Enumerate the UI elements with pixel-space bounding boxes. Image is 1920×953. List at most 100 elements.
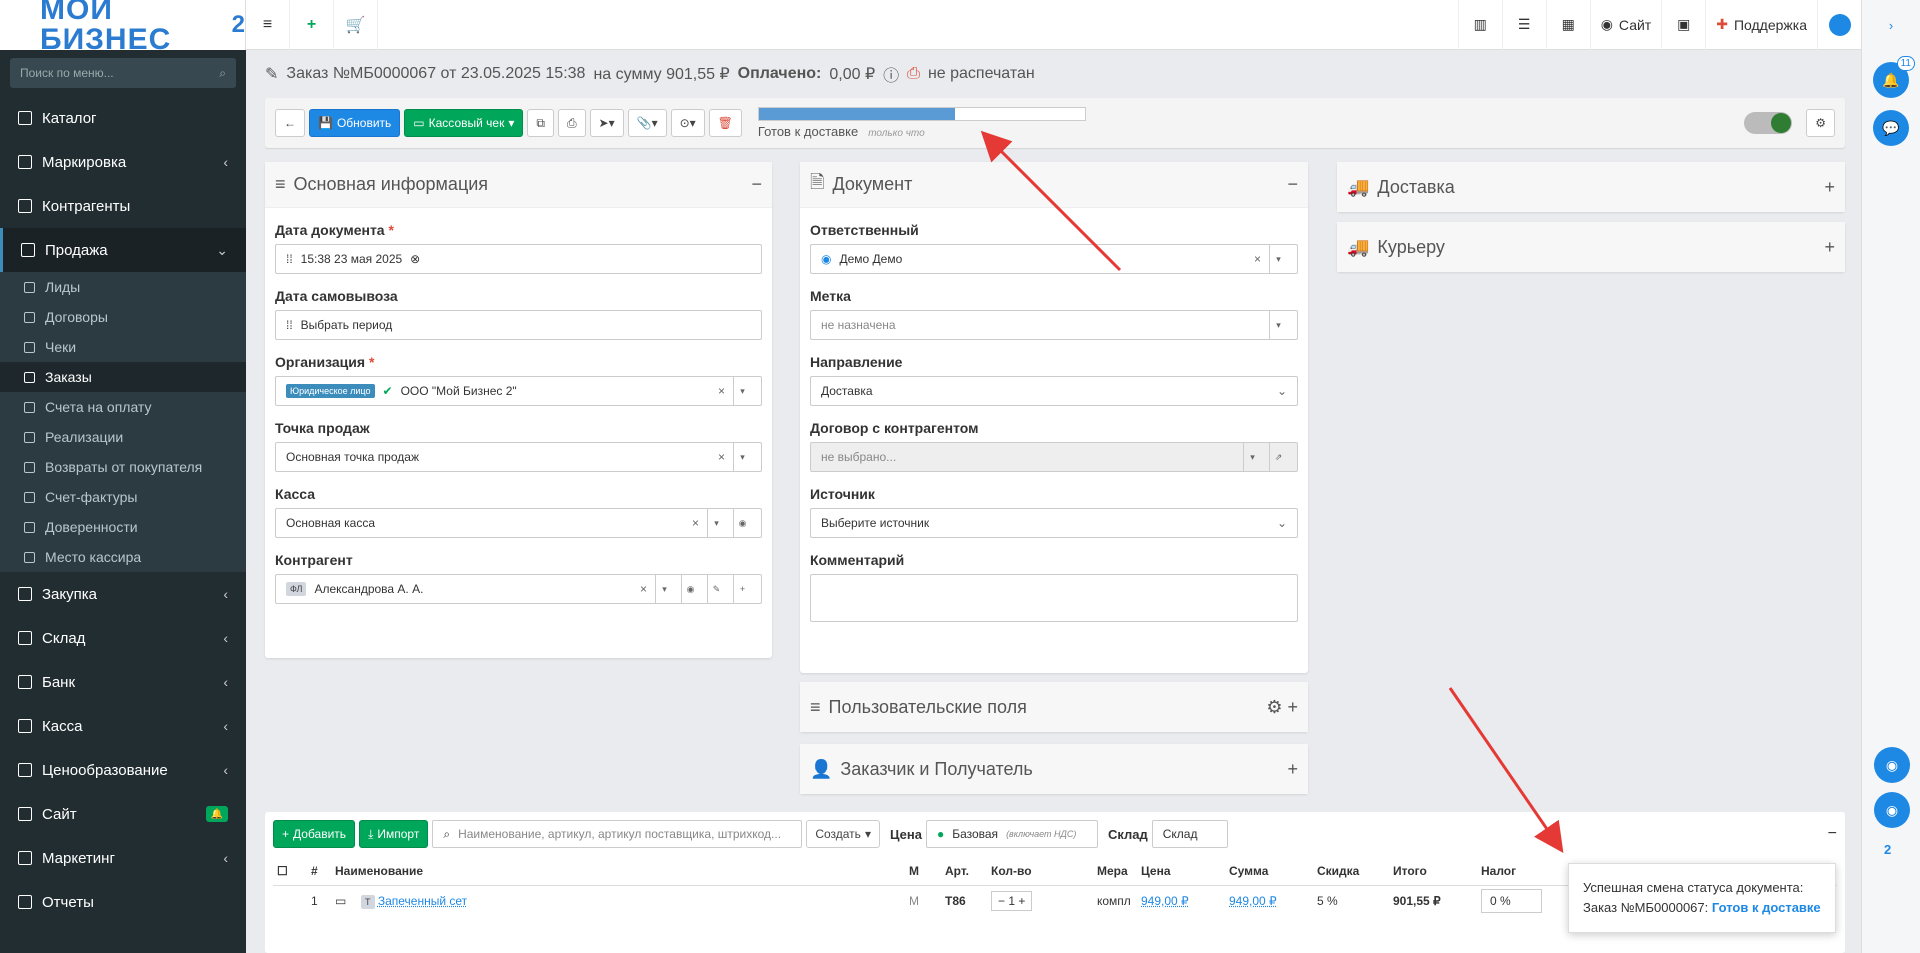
cash-check-button[interactable]: ▭ Кассовый чек ▾ [404,109,524,137]
external-link-icon[interactable]: ⇗ [1269,443,1287,471]
calendar-icon[interactable]: ▦ [1545,0,1590,50]
collapse-icon[interactable]: − [1287,174,1298,195]
eye-icon[interactable]: ◉ [681,575,699,603]
sidebar-subitem[interactable]: Лиды [0,272,246,302]
product-name-link[interactable]: Запеченный сет [378,894,467,908]
sidebar-item[interactable]: Продажа ⌄ [0,228,246,272]
list-icon[interactable]: ☰ [1501,0,1546,50]
responsible-select[interactable]: ◉ Демо Демо × ▾ [810,244,1298,274]
date-field[interactable]: ⁞⁞ 15:38 23 мая 2025 ⊗ [275,244,762,274]
sidebar-subitem[interactable]: Заказы [0,362,246,392]
clear-icon[interactable]: ⊗ [410,252,420,266]
column-header[interactable]: Мера [1093,864,1137,878]
column-header[interactable]: Цена [1137,864,1225,878]
expand-icon[interactable]: + [1824,237,1835,258]
bell-icon[interactable]: 🔔 11 [1873,56,1915,98]
sidebar-subitem[interactable]: Договоры [0,302,246,332]
expand-icon[interactable]: + [1287,759,1298,780]
cash-select[interactable]: Основная касса × ▾ ◉ [275,508,762,538]
chevron-down-icon[interactable]: ▾ [733,443,751,471]
status-progress[interactable]: Готов к доставке только что [757,107,1086,139]
sidebar-subitem[interactable]: Реализации [0,422,246,452]
sidebar-subitem[interactable]: Чеки [0,332,246,362]
column-header[interactable]: Кол-во [987,864,1093,878]
column-header[interactable]: Скидка [1313,864,1389,878]
sidebar-item[interactable]: Склад ‹ [0,616,246,660]
create-button[interactable]: Создать ▾ [806,820,880,848]
item-search-input[interactable]: ⌕ Наименование, артикул, артикул поставщи… [432,820,803,848]
column-header[interactable]: М [905,864,941,878]
sidebar-item[interactable]: Каталог [0,96,246,140]
qty-stepper[interactable]: − 1 + [991,891,1033,911]
settings-button[interactable]: ⚙ [1806,109,1835,137]
back-button[interactable]: ← [275,109,305,137]
plus-icon[interactable]: + [290,0,334,50]
chevron-down-icon[interactable]: ▾ [1243,443,1261,471]
mark-select[interactable]: не назначена ▾ [810,310,1298,340]
collapse-icon[interactable]: − [1828,825,1837,843]
pos-select[interactable]: Основная точка продаж × ▾ [275,442,762,472]
plus-icon[interactable]: + [733,575,751,603]
collapse-icon[interactable]: − [751,174,762,195]
counterparty-select[interactable]: ФЛ Александрова А. А. × ▾ ◉ ✎ + [275,574,762,604]
sum-value-cell[interactable]: 949,00 ₽ [1225,894,1313,908]
sidebar-item[interactable]: Контрагенты [0,184,246,228]
sidebar-item[interactable]: Сайт 🔔 [0,792,246,836]
sidebar-item[interactable]: Маркировка ‹ [0,140,246,184]
chevron-down-icon[interactable]: ▾ [1269,311,1287,339]
sidebar-item[interactable]: Касса ‹ [0,704,246,748]
stock-select[interactable]: Склад [1151,820,1228,848]
expand-icon[interactable]: ⚙ + [1266,697,1298,718]
column-header[interactable]: Итого [1389,864,1477,878]
attach-button[interactable]: 📎▾ [627,109,667,137]
price-select[interactable]: ● Базовая (включает НДС) [925,820,1098,848]
price-value-cell[interactable]: 949,00 ₽ [1137,894,1225,908]
tax-select[interactable]: 0 % [1477,889,1567,913]
bot2-icon[interactable]: ◉ [1874,792,1910,828]
column-header[interactable]: # [307,864,331,878]
source-select[interactable]: Выберите источник ⌄ [810,508,1298,538]
chat-icon[interactable]: 💬 [1873,110,1909,146]
eye-icon[interactable]: ◉ [733,509,751,537]
user-avatar-icon[interactable] [1817,0,1861,50]
column-header[interactable]: Сумма [1225,864,1313,878]
contract-select[interactable]: не выбрано... ▾ ⇗ [810,442,1298,472]
sidebar-subitem[interactable]: Место кассира [0,542,246,572]
import-button[interactable]: ⤓ Импорт [359,820,429,848]
clear-icon[interactable]: × [640,582,647,596]
column-header[interactable]: Налог [1477,864,1567,878]
logo[interactable]: МОЙ БИЗНЕС 2 [0,0,246,55]
add-item-button[interactable]: + Добавить [273,820,356,848]
column-header[interactable]: Арт. [941,864,987,878]
select-all-checkbox[interactable]: ☐ [273,864,307,878]
hamburger-icon[interactable]: ≡ [246,0,290,50]
sidebar-subitem[interactable]: Возвраты от покупателя [0,452,246,482]
support-button[interactable]: ✚ Поддержка [1705,0,1817,50]
bot-icon[interactable]: ◉ [1874,747,1910,783]
sidebar-item[interactable]: Маркетинг ‹ [0,836,246,880]
barcode-icon[interactable]: ▥ [1457,0,1502,50]
refresh-button[interactable]: 💾 Обновить [309,109,401,137]
pickup-field[interactable]: ⁞⁞ Выбрать период [275,310,762,340]
sidebar-item[interactable]: Закупка ‹ [0,572,246,616]
chevron-down-icon[interactable]: ▾ [707,509,725,537]
app-icon[interactable]: ▣ [1661,0,1705,50]
chevron-down-icon[interactable]: ▾ [733,377,751,405]
expand-icon[interactable]: + [1824,177,1835,198]
chevron-down-icon[interactable]: ▾ [1269,245,1287,273]
site-button[interactable]: ◉ Сайт [1589,0,1662,50]
copy-button[interactable]: ⧉ [527,109,554,137]
clear-icon[interactable]: × [718,450,725,464]
sidebar-item[interactable]: Ценообразование ‹ [0,748,246,792]
menu-search-input[interactable]: Поиск по меню... ⌕ [10,58,236,88]
sidebar-subitem[interactable]: Счета на оплату [0,392,246,422]
chevron-right-icon[interactable]: › [1862,0,1920,50]
sidebar-item[interactable]: Банк ‹ [0,660,246,704]
delete-button[interactable]: 🗑 [708,109,742,137]
chevron-down-icon[interactable]: ▾ [655,575,673,603]
clear-icon[interactable]: × [1254,252,1261,266]
comment-textarea[interactable] [810,574,1298,622]
sidebar-subitem[interactable]: Счет-фактуры [0,482,246,512]
send-button[interactable]: ➤▾ [589,109,624,137]
cart-icon[interactable]: 🛒 [334,0,378,50]
